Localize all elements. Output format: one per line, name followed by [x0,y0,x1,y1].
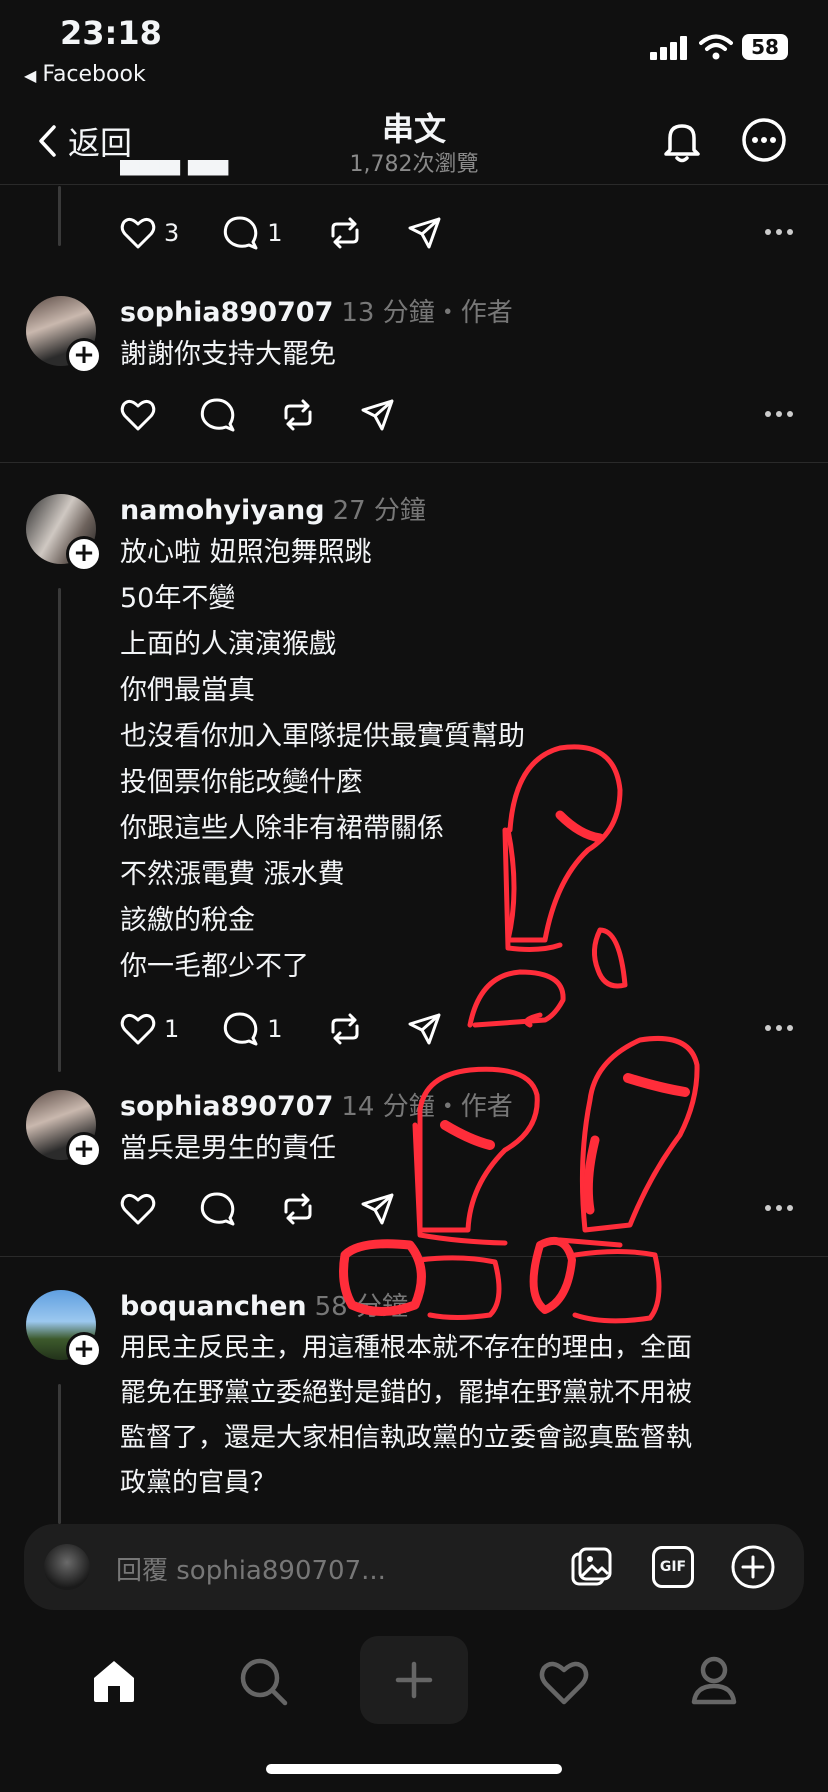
thread-line [58,588,61,1072]
heart-icon[interactable] [120,398,156,432]
action-row [120,398,396,432]
home-indicator [266,1764,562,1774]
share-icon[interactable] [407,216,443,250]
repost-icon[interactable] [327,216,363,250]
comment-icon [224,1012,258,1046]
comment-text: 用民主反民主，用這種根本就不存在的理由，全面 罷免在野黨立委絕對是錯的，罷掉在野… [120,1333,693,1498]
more-dots-icon[interactable] [764,228,794,236]
more-dots-icon[interactable] [764,410,794,418]
action-row: 3 1 [120,216,443,250]
avatar [44,1544,90,1590]
home-icon[interactable] [88,1656,140,1706]
plus-circle-icon[interactable] [730,1544,776,1590]
more-dots-icon[interactable] [764,1204,794,1212]
username[interactable]: boquanchen [120,1291,307,1322]
create-button[interactable] [360,1636,468,1724]
wifi-icon [699,34,733,60]
comment-divider [0,1256,828,1257]
share-icon[interactable] [360,398,396,432]
bell-icon[interactable] [658,116,706,164]
more-dots-icon[interactable] [764,1024,794,1032]
comment-text: 放心啦 妞照泡舞照跳 50年不變 上面的人演演猴戲 你們最當真 也沒看你加入軍隊… [120,537,525,982]
heart-icon[interactable] [120,1192,156,1226]
share-icon[interactable] [360,1192,396,1226]
action-row [120,1192,396,1226]
reply-input[interactable]: 回覆 sophia890707... [116,1550,386,1587]
comment-icon[interactable] [200,1192,236,1226]
comment-button[interactable]: 1 [223,1012,283,1046]
comment-meta: 14 分鐘・作者 [341,1092,513,1122]
more-circle-icon[interactable] [740,116,788,164]
like-count: 3 [164,219,180,247]
username[interactable]: sophia890707 [120,1091,333,1122]
battery-icon: 58 [742,34,788,60]
repost-icon[interactable] [280,1192,316,1226]
comment-text: 當兵是男生的責任 [120,1133,336,1164]
comment-text: 謝謝你支持大罷免 [120,339,336,370]
thread-line [58,1384,61,1524]
repost-icon[interactable] [280,398,316,432]
follow-plus-badge[interactable]: + [66,536,102,572]
username[interactable]: namohyiyang [120,495,325,526]
back-to-app-link[interactable]: ◀ Facebook [24,62,146,87]
comment-meta: 58 分鐘 [314,1292,408,1322]
back-triangle-icon: ◀ [24,66,37,85]
partial-comment-text: ▆▆▆ ▆▆ [120,160,229,176]
bottom-nav [0,1630,828,1730]
comment-header: namohyiyang 27 分鐘 [120,490,426,527]
like-count: 1 [164,1015,180,1043]
reply-count: 1 [267,219,283,247]
share-icon[interactable] [407,1012,443,1046]
comment-meta: 13 分鐘・作者 [341,298,513,328]
username[interactable]: sophia890707 [120,297,333,328]
comment-icon [224,216,258,250]
image-icon[interactable] [570,1546,614,1590]
reply-composer[interactable]: 回覆 sophia890707... GIF [24,1524,804,1610]
profile-icon[interactable] [688,1654,740,1708]
search-icon[interactable] [238,1656,290,1708]
comment-divider [0,462,828,463]
like-button[interactable]: 3 [120,216,179,250]
comment-header: sophia890707 13 分鐘・作者 [120,292,513,329]
repost-icon[interactable] [327,1012,363,1046]
follow-plus-badge[interactable]: + [66,338,102,374]
thread-line [58,186,61,246]
signal-icon [650,36,687,60]
follow-plus-badge[interactable]: + [66,1332,102,1368]
battery-level: 58 [751,35,779,59]
status-time: 23:18 [60,14,162,52]
back-app-label: Facebook [42,62,146,87]
follow-plus-badge[interactable]: + [66,1132,102,1168]
status-bar: 23:18 ◀ Facebook 58 [0,0,828,96]
comment-button[interactable]: 1 [223,216,283,250]
activity-icon[interactable] [538,1658,590,1706]
comment-header: boquanchen 58 分鐘 [120,1286,408,1323]
like-button[interactable]: 1 [120,1012,179,1046]
create-icon [395,1661,433,1699]
reply-count: 1 [267,1015,283,1043]
comment-icon[interactable] [200,398,236,432]
header-divider [0,184,828,185]
comment-meta: 27 分鐘 [332,496,426,526]
heart-icon [120,1013,156,1045]
heart-icon [120,217,156,249]
action-row: 1 1 [120,1012,443,1046]
gif-icon[interactable]: GIF [652,1546,694,1588]
comment-header: sophia890707 14 分鐘・作者 [120,1086,513,1123]
